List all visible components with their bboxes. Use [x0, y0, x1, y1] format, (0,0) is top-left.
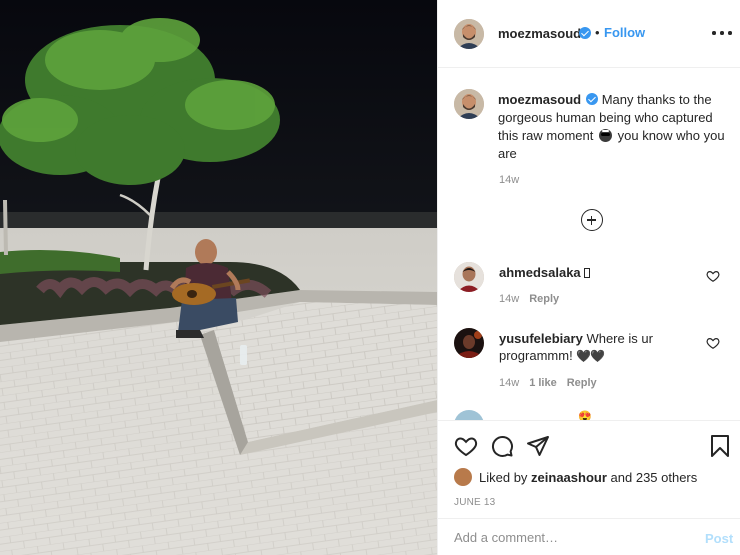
- caption-author-avatar[interactable]: [454, 89, 484, 119]
- like-comment-heart-icon[interactable]: [706, 269, 720, 283]
- comment-timestamp[interactable]: 14w: [499, 293, 519, 305]
- likes-others-link[interactable]: and 235 others: [611, 470, 698, 485]
- reply-button[interactable]: Reply: [529, 293, 559, 305]
- post-detail-panel: moezmasoud • Follow moezmasoud Many than…: [437, 0, 740, 555]
- follow-separator: •: [595, 25, 600, 40]
- post-header: moezmasoud • Follow: [438, 0, 740, 68]
- caption-username[interactable]: moezmasoud: [498, 92, 581, 107]
- more-options-icon[interactable]: [710, 22, 734, 42]
- caption-avatar-image: [454, 89, 484, 119]
- verified-badge-icon: [579, 27, 591, 39]
- caption-verified-badge-icon: [586, 93, 599, 105]
- comment-text: ahmedsalaka: [499, 264, 709, 281]
- comment-avatar-image: [454, 262, 484, 292]
- caption-text: moezmasoud Many thanks to the gorgeous h…: [498, 91, 726, 163]
- comment-username[interactable]: yusufelebiary: [499, 331, 583, 346]
- post-comment-button[interactable]: Post: [705, 531, 733, 546]
- load-more-comments-icon[interactable]: [581, 209, 603, 231]
- add-comment-bar: Post: [438, 518, 740, 555]
- save-bookmark-icon[interactable]: [710, 434, 730, 458]
- post-actions: Liked by zeinaashour and 235 others JUNE…: [438, 420, 740, 555]
- like-comment-heart-icon[interactable]: [706, 336, 720, 350]
- comment-text: yusufelebiary Where is ur programmm! 🖤🖤: [499, 330, 709, 365]
- post-photo[interactable]: [0, 0, 437, 555]
- liker-username[interactable]: zeinaashour: [531, 470, 607, 485]
- follow-button[interactable]: Follow: [604, 25, 645, 40]
- comment-avatar[interactable]: [454, 410, 484, 420]
- comment-item-partial: 😍: [438, 410, 740, 420]
- comment-timestamp[interactable]: 14w: [499, 377, 519, 389]
- comment-avatar[interactable]: [454, 262, 484, 292]
- author-avatar-image: [454, 19, 484, 49]
- sunglasses-emoji-icon: [599, 129, 612, 142]
- author-avatar[interactable]: [454, 19, 484, 49]
- reply-button[interactable]: Reply: [567, 377, 597, 389]
- comment-username[interactable]: ahmedsalaka: [499, 265, 581, 280]
- comment-avatar-image: [454, 328, 484, 358]
- comment-avatar[interactable]: [454, 328, 484, 358]
- post-photo-image: [0, 0, 437, 555]
- likes-text: Liked by zeinaashour and 235 others: [479, 470, 697, 485]
- post-date[interactable]: JUNE 13: [454, 497, 495, 508]
- comment-bubble-icon[interactable]: [490, 434, 514, 458]
- like-heart-icon[interactable]: [454, 434, 478, 458]
- partial-comment-emoji: 😍: [578, 411, 592, 420]
- unknown-glyph-icon: [583, 268, 590, 278]
- author-username[interactable]: moezmasoud: [498, 26, 581, 41]
- comment-meta: 14w Reply: [499, 293, 559, 305]
- black-hearts-emoji: 🖤🖤: [576, 349, 605, 363]
- likes-prefix: Liked by: [479, 470, 528, 485]
- comment-meta: 14w 1 like Reply: [499, 377, 597, 389]
- comment-likes-count[interactable]: 1 like: [529, 377, 557, 389]
- share-paper-plane-icon[interactable]: [526, 434, 550, 458]
- caption-timestamp[interactable]: 14w: [499, 174, 519, 186]
- add-comment-input[interactable]: [454, 530, 684, 545]
- liker-avatar[interactable]: [454, 468, 472, 486]
